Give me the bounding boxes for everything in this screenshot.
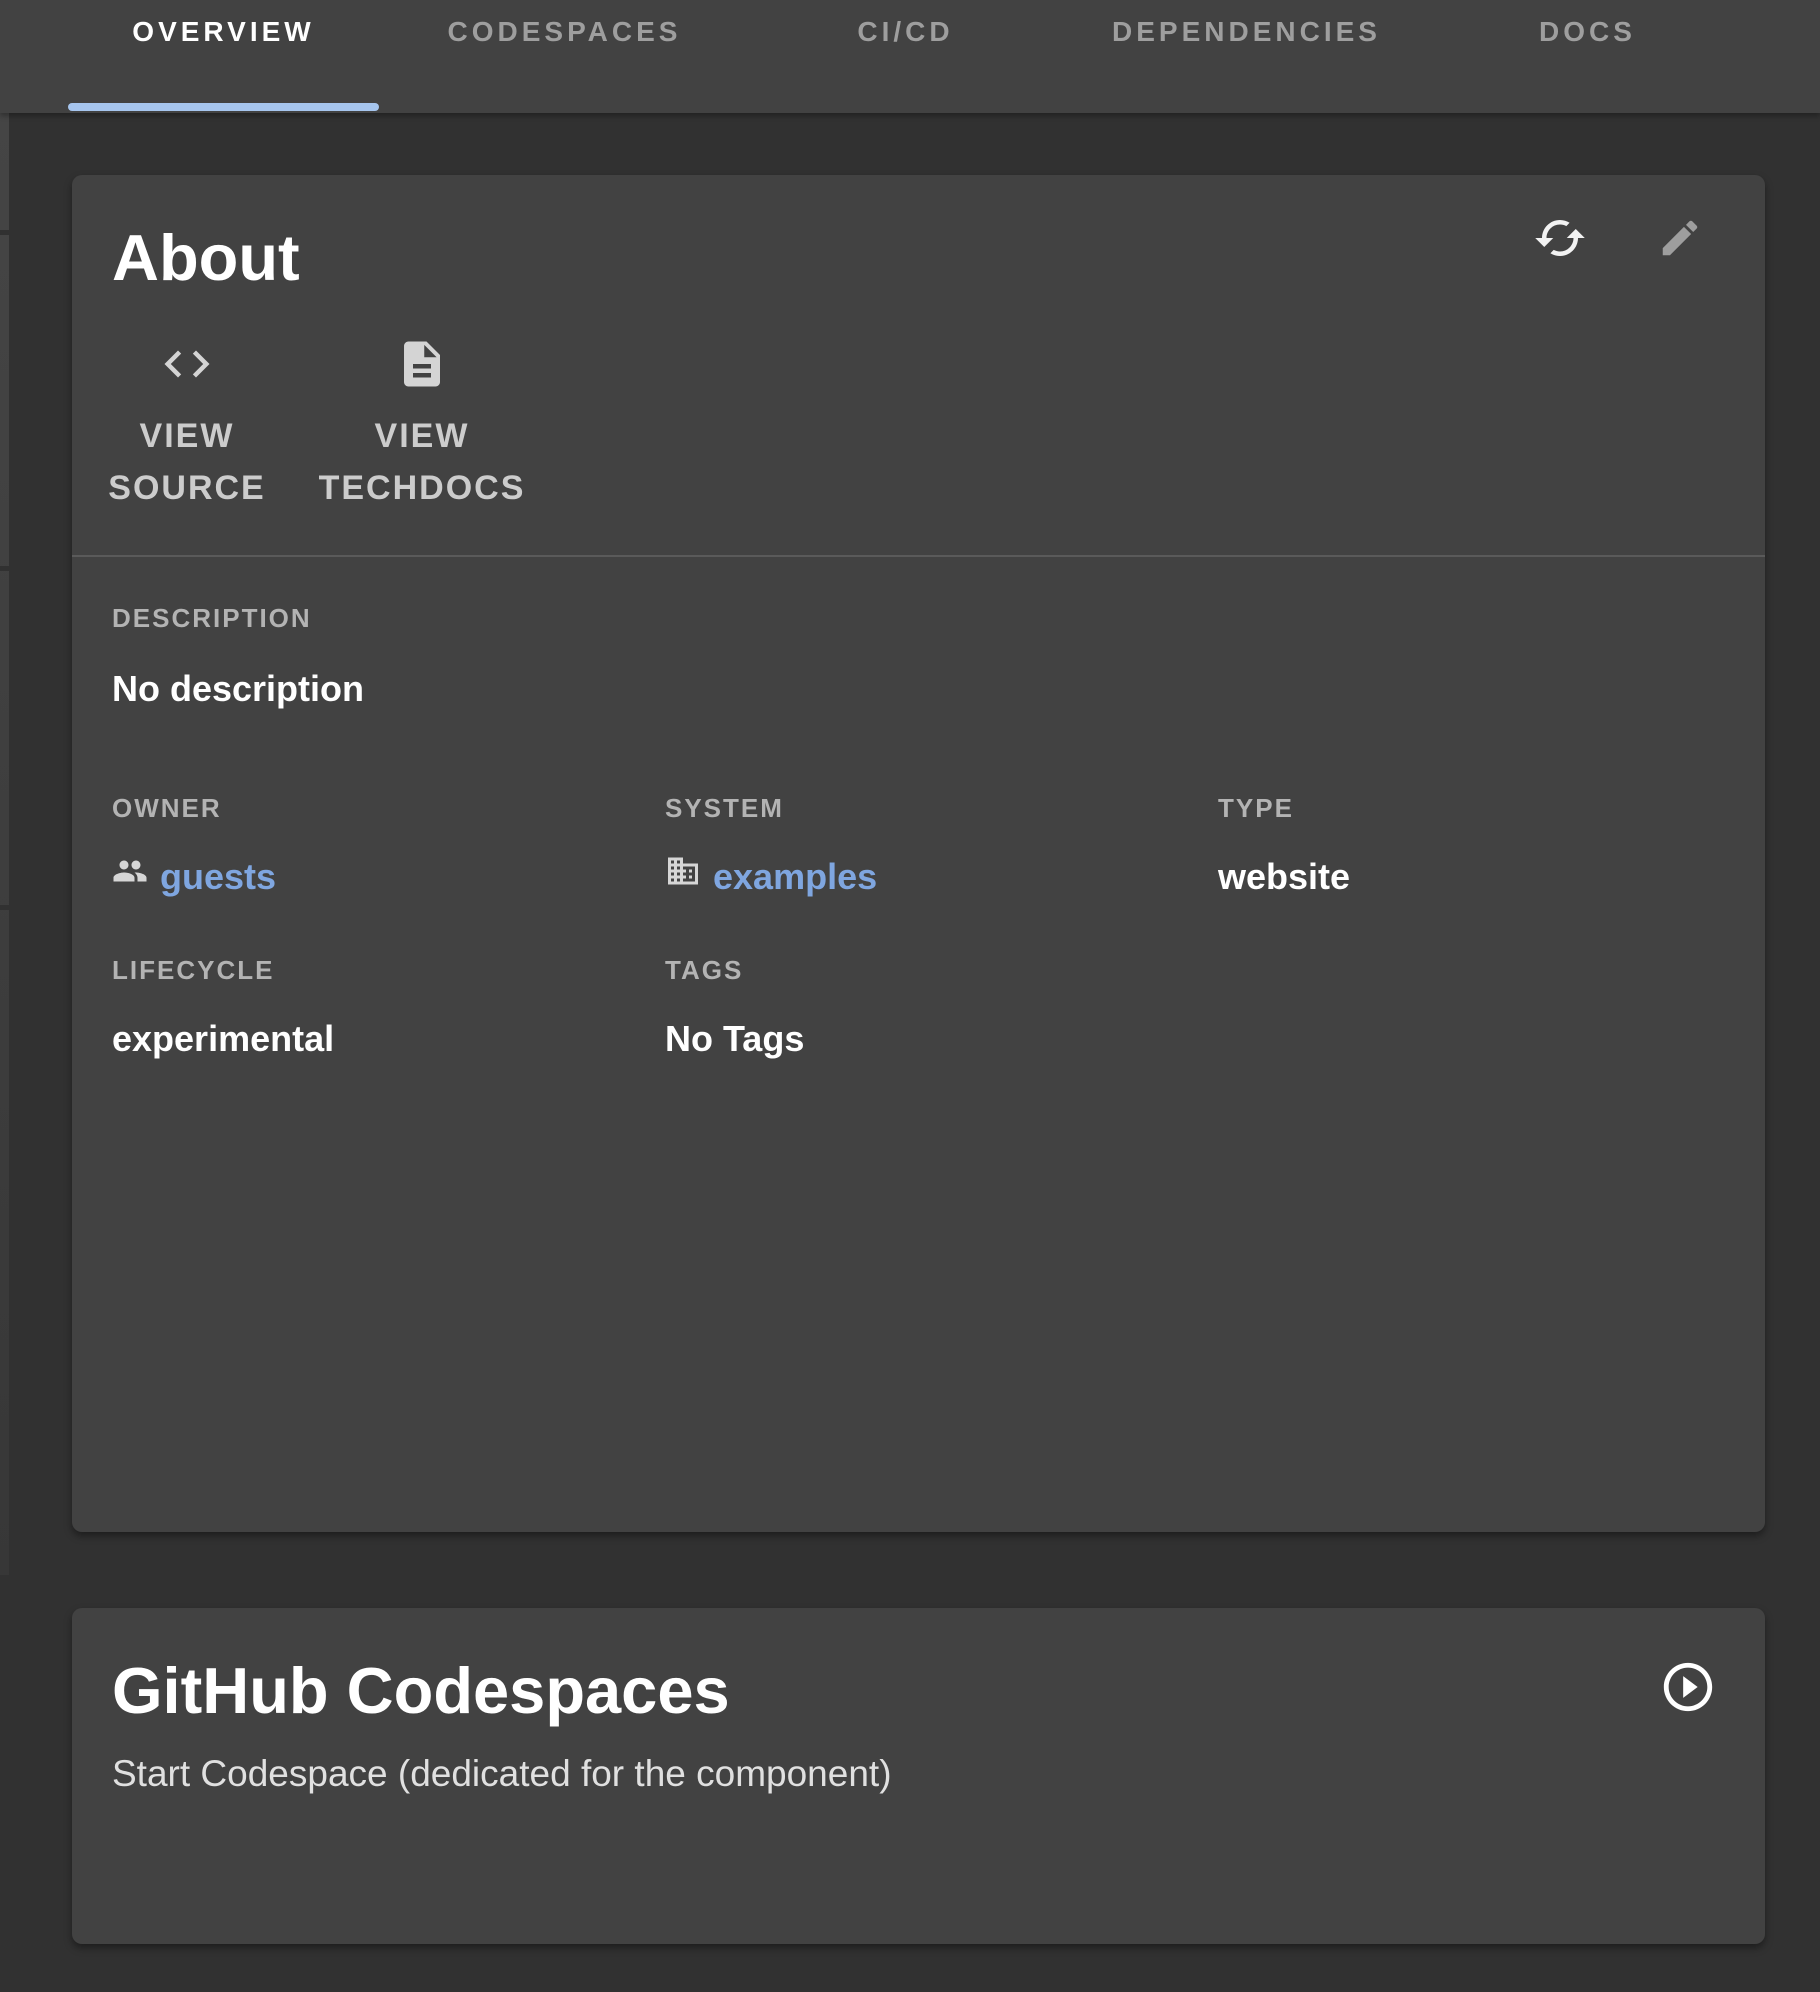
description-label: DESCRIPTION [112, 601, 1725, 635]
about-card-body: DESCRIPTION No description OWNER guests … [72, 557, 1765, 1063]
view-techdocs-label: VIEW TECHDOCS [319, 410, 526, 514]
about-card-actions [1533, 211, 1703, 268]
view-techdocs-link[interactable]: VIEW TECHDOCS [322, 337, 522, 514]
system-link[interactable]: examples [713, 853, 877, 901]
sidebar-edge-divider [0, 230, 9, 235]
refresh-icon [1533, 211, 1587, 268]
github-codespaces-card: GitHub Codespaces Start Codespace (dedic… [72, 1608, 1765, 1944]
tab-dependencies[interactable]: DEPENDENCIES [1076, 0, 1417, 113]
type-value: website [1218, 853, 1725, 901]
start-codespace-button[interactable] [1659, 1658, 1717, 1719]
active-tab-indicator [68, 103, 379, 111]
tab-docs[interactable]: DOCS [1417, 0, 1758, 113]
type-label: TYPE [1218, 791, 1725, 825]
owner-link[interactable]: guests [160, 853, 276, 901]
about-card: About VIEW SOURCE VIEW T [72, 175, 1765, 1532]
codespaces-card-header: GitHub Codespaces [72, 1608, 1765, 1730]
field-description: DESCRIPTION No description [112, 601, 1725, 713]
about-card-links: VIEW SOURCE VIEW TECHDOCS [112, 337, 1765, 514]
document-icon [395, 337, 449, 394]
field-type: TYPE website [1218, 791, 1725, 901]
code-icon [160, 337, 214, 394]
sidebar-edge-divider [0, 905, 9, 910]
lifecycle-label: LIFECYCLE [112, 953, 665, 987]
codespaces-card-subtitle: Start Codespace (dedicated for the compo… [112, 1750, 1677, 1798]
edit-pencil-icon [1657, 215, 1703, 264]
about-card-title: About [112, 219, 1717, 297]
sidebar-edge [0, 113, 9, 1575]
refresh-entity-button[interactable] [1533, 211, 1587, 268]
tab-ci-cd[interactable]: CI/CD [735, 0, 1076, 113]
view-source-label: VIEW SOURCE [108, 410, 265, 514]
tab-codespaces[interactable]: CODESPACES [394, 0, 735, 113]
tags-label: TAGS [665, 953, 1218, 987]
edit-metadata-button[interactable] [1657, 215, 1703, 264]
field-system: SYSTEM examples [665, 791, 1218, 901]
system-label: SYSTEM [665, 791, 1218, 825]
about-card-header: About [72, 175, 1765, 297]
tabs: OVERVIEW CODESPACES CI/CD DEPENDENCIES D… [0, 0, 1820, 113]
view-source-link[interactable]: VIEW SOURCE [112, 337, 262, 514]
entity-tab-bar: OVERVIEW CODESPACES CI/CD DEPENDENCIES D… [0, 0, 1820, 113]
field-owner: OWNER guests [112, 791, 665, 901]
field-tags: TAGS No Tags [665, 953, 1218, 1063]
about-fields-grid: OWNER guests SYSTEM examples [112, 791, 1725, 1063]
lifecycle-value: experimental [112, 1015, 665, 1063]
codespaces-card-title: GitHub Codespaces [112, 1652, 730, 1730]
tags-value: No Tags [665, 1015, 1218, 1063]
description-value: No description [112, 665, 1725, 713]
owner-label: OWNER [112, 791, 665, 825]
play-circle-icon [1659, 1658, 1717, 1719]
tab-overview[interactable]: OVERVIEW [53, 0, 394, 113]
business-icon [665, 853, 701, 901]
sidebar-edge-divider [0, 566, 9, 571]
group-icon [112, 853, 148, 901]
field-lifecycle: LIFECYCLE experimental [112, 953, 665, 1063]
